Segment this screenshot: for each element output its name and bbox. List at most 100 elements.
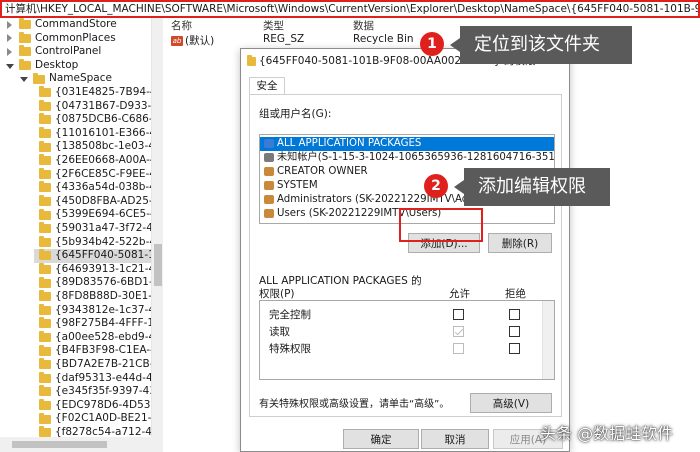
chevron-down-icon[interactable] — [6, 62, 14, 70]
tree-item-label: NameSpace — [49, 72, 112, 85]
tree-item[interactable]: {031E4825-7B94-4dc3 — [34, 86, 163, 100]
permission-row: 特殊权限 — [260, 341, 556, 357]
tree-item[interactable]: CommonPlaces — [6, 32, 151, 46]
deny-column-label: 拒绝 — [505, 288, 526, 300]
column-data[interactable]: 数据 — [353, 18, 374, 33]
tree-item-label: {98F275B4-4FFF-11E0 — [55, 317, 163, 330]
tree-item[interactable]: {89D83576-6BD1-4c8 — [34, 276, 163, 290]
tree-item-label: {4336a54d-038b-4685 — [55, 181, 163, 194]
folder-icon — [39, 99, 51, 111]
tree-item[interactable]: {5399E694-6CE5-4D6 — [34, 208, 163, 222]
tree-item-label: {59031a47-3f72-44a7 — [55, 222, 163, 234]
folder-icon — [39, 358, 51, 370]
folder-icon — [19, 59, 31, 71]
tree-item[interactable]: {138508bc-1e03-49ea — [34, 140, 163, 154]
callout-2: 添加编辑权限 — [454, 168, 610, 206]
tree-item[interactable]: {B4FB3F98-C1EA-428 — [34, 344, 163, 358]
tree-item[interactable]: CommandStore — [6, 18, 151, 32]
column-name[interactable]: 名称 — [171, 18, 192, 33]
tree-item-label: ControlPanel — [35, 45, 102, 58]
scrollbar-thumb[interactable] — [12, 441, 107, 448]
deny-checkbox[interactable] — [509, 343, 520, 354]
tree-item-label: {B4FB3F98-C1EA-428 — [55, 344, 163, 357]
chevron-right-icon[interactable] — [6, 47, 14, 56]
tree-item-label: {138508bc-1e03-49ea — [55, 140, 163, 153]
tree-item[interactable]: {daf95313-e44d-46af — [34, 372, 163, 386]
remove-button[interactable]: 删除(R) — [488, 233, 552, 253]
address-bar[interactable]: 计算机\HKEY_LOCAL_MACHINE\SOFTWARE\Microsof… — [0, 0, 700, 18]
tree-item-label: {F02C1A0D-BE21-435 — [55, 412, 163, 425]
tree-item[interactable]: {e345f35f-9397-435c — [34, 385, 163, 399]
tree-item[interactable]: Desktop — [6, 59, 151, 73]
tree-item[interactable]: {8FD8B88D-30E1-4F2 — [34, 290, 163, 304]
group-label: 组或用户名(G): — [259, 108, 332, 120]
user-label: SYSTEM — [277, 180, 318, 191]
tree-item[interactable]: ControlPanel — [6, 45, 151, 59]
user-label: CREATOR OWNER — [277, 166, 368, 177]
tree-item[interactable]: {11016101-E366-4D2 — [34, 127, 163, 141]
folder-icon — [39, 113, 51, 125]
tree-item[interactable]: {26EE0668-A00A-44D — [34, 154, 163, 168]
tree-item[interactable]: {4336a54d-038b-4685 — [34, 181, 163, 195]
folder-icon — [19, 31, 31, 43]
user-group-icon — [264, 167, 274, 176]
tree-item[interactable]: NameSpace — [20, 72, 151, 86]
tree-item-label: {daf95313-e44d-46af — [55, 371, 163, 384]
column-type[interactable]: 类型 — [263, 18, 284, 33]
folder-icon — [39, 331, 51, 343]
folder-icon — [39, 385, 51, 397]
tree-item[interactable]: {450D8FBA-AD25-11I — [34, 195, 163, 209]
tree-item[interactable]: {F02C1A0D-BE21-435 — [34, 412, 163, 426]
tree-item[interactable]: {64693913-1c21-4f30 — [34, 263, 163, 277]
advanced-button[interactable]: 高级(V) — [470, 393, 552, 413]
folder-icon — [19, 45, 31, 57]
tree-item-label: {8FD8B88D-30E1-4F2 — [55, 290, 163, 302]
folder-icon — [39, 249, 51, 261]
tree-item[interactable]: {98F275B4-4FFF-11E0 — [34, 317, 163, 331]
folder-icon — [39, 344, 51, 356]
callout-1: 定位到该文件夹 — [450, 26, 632, 64]
tree-item-label: {89D83576-6BD1-4c8 — [55, 276, 163, 289]
tree-item[interactable]: {645FF040-5081-101I — [34, 249, 163, 263]
tree-item[interactable]: {2F6CE85C-F9EE-43C — [34, 167, 163, 182]
allow-checkbox[interactable] — [453, 309, 464, 320]
tree-item-label: {0875DCB6-C686-424 — [55, 113, 163, 126]
allow-column-label: 允许 — [449, 288, 470, 300]
permission-label: 特殊权限 — [269, 343, 311, 355]
chevron-right-icon[interactable] — [6, 20, 14, 29]
tree-item[interactable]: {5b934b42-522b-4c3 — [34, 235, 163, 250]
tree-vertical-scrollbar[interactable] — [151, 18, 163, 442]
folder-icon — [39, 167, 51, 179]
user-label: ALL APPLICATION PACKAGES — [277, 138, 422, 149]
ok-button[interactable]: 确定 — [343, 429, 419, 449]
deny-checkbox[interactable] — [509, 326, 520, 337]
user-list-item[interactable]: 未知帐户(S-1-15-3-1024-1065365936-1281604716… — [260, 151, 554, 165]
deny-checkbox[interactable] — [509, 309, 520, 320]
scrollbar-thumb[interactable] — [154, 244, 162, 286]
tree-item[interactable]: {9343812e-1c37-4a49 — [34, 304, 163, 318]
tree-item-label: {04731B67-D933-450 — [55, 99, 163, 112]
tree-item-label: CommandStore — [35, 18, 117, 30]
tree-item-label: {9343812e-1c37-4a49 — [55, 303, 163, 316]
tree-item[interactable]: {0875DCB6-C686-424 — [34, 113, 163, 127]
tree-item[interactable]: {59031a47-3f72-44a7 — [34, 222, 163, 236]
folder-icon — [39, 235, 51, 247]
tree-item[interactable]: {04731B67-D933-450 — [34, 99, 163, 114]
tree-item[interactable]: {BD7A2E7B-21CB-41b — [34, 358, 163, 372]
user-list-item[interactable]: ALL APPLICATION PACKAGES — [260, 137, 554, 151]
step-badge-1: 1 — [420, 32, 444, 56]
registry-tree: CommandStore CommonPlaces ControlPanel Desk… — [0, 18, 163, 442]
tree-item-label: {645FF040-5081-101I — [55, 249, 163, 262]
tree-horizontal-scrollbar[interactable] — [0, 437, 163, 452]
folder-icon — [39, 195, 51, 207]
tree-item[interactable]: {a00ee528-ebd9-48b — [34, 331, 163, 345]
chevron-right-icon[interactable] — [6, 34, 14, 43]
cancel-button[interactable]: 取消 — [421, 429, 489, 449]
chevron-down-icon[interactable] — [20, 75, 28, 83]
tree-item[interactable]: {EDC978D6-4D53-4b2 — [34, 399, 163, 413]
folder-icon — [39, 140, 51, 152]
value-name: (默认) — [185, 35, 215, 47]
tab-security[interactable]: 安全 — [249, 77, 285, 95]
tree-item-label: Desktop — [35, 58, 79, 71]
tree-item-label: {11016101-E366-4D2 — [55, 126, 163, 139]
